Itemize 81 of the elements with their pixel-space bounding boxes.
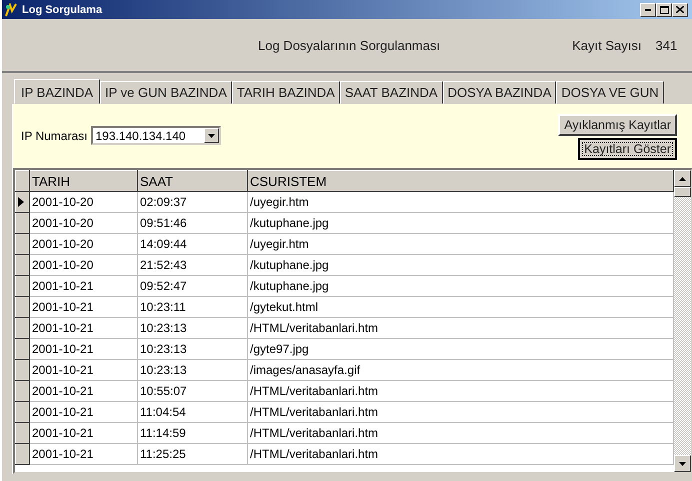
table-cell: 2001-10-20	[30, 212, 138, 234]
row-indicator[interactable]	[16, 360, 30, 380]
table-cell: 2001-10-20	[30, 234, 138, 254]
table-cell: 14:09:44	[138, 234, 248, 254]
row-indicator[interactable]	[16, 192, 30, 212]
row-indicator[interactable]	[16, 338, 30, 360]
row-indicator[interactable]	[16, 212, 30, 234]
table-cell: /uyegir.htm	[248, 234, 674, 254]
tab[interactable]: DOSYA BAZINDA	[442, 81, 556, 104]
close-icon	[676, 6, 684, 13]
row-indicator[interactable]	[16, 422, 30, 444]
table-cell: 10:23:13	[138, 360, 248, 380]
tab[interactable]: SAAT BAZINDA	[340, 81, 443, 104]
row-indicator[interactable]	[16, 276, 30, 296]
table-cell: 2001-10-21	[30, 276, 138, 296]
table-cell: 09:52:47	[138, 276, 248, 296]
ip-dropdown[interactable]: 193.140.134.140	[91, 126, 222, 145]
minimize-icon	[645, 8, 651, 10]
row-indicator[interactable]	[16, 254, 30, 276]
scroll-up-icon[interactable]	[674, 170, 691, 187]
row-indicator[interactable]	[16, 296, 30, 318]
row-indicator[interactable]	[16, 318, 30, 338]
table-cell: /HTML/veritabanlari.htm	[248, 318, 674, 338]
table-cell: 10:23:11	[138, 296, 248, 318]
table-cell: 02:09:37	[138, 192, 248, 212]
row-header-corner	[16, 170, 30, 192]
column-header[interactable]: CSURISTEM	[248, 170, 674, 192]
table-cell: /kutuphane.jpg	[248, 254, 674, 276]
maximize-button[interactable]	[656, 2, 672, 16]
tab[interactable]: TARIH BAZINDA	[232, 81, 340, 104]
tab[interactable]: IP BAZINDA	[14, 79, 100, 104]
header-title: Log Dosyalarının Sorgulanması	[258, 38, 440, 52]
scroll-down-icon[interactable]	[674, 455, 691, 472]
table-cell: /gyte97.jpg	[248, 338, 674, 360]
table-cell: 09:51:46	[138, 212, 248, 234]
row-indicator[interactable]	[16, 402, 30, 422]
table-cell: /HTML/veritabanlari.htm	[248, 444, 674, 464]
table-cell: 10:23:13	[138, 318, 248, 338]
table-cell: 2001-10-21	[30, 422, 138, 444]
app-icon	[4, 2, 18, 16]
table-cell: /HTML/veritabanlari.htm	[248, 380, 674, 402]
table-cell: 2001-10-21	[30, 338, 138, 360]
ip-label: IP Numarası	[21, 129, 88, 143]
window-title: Log Sorgulama	[22, 4, 104, 16]
column-header[interactable]: TARIH	[30, 170, 138, 192]
table-cell: /HTML/veritabanlari.htm	[248, 422, 674, 444]
scrollbar-thumb[interactable]	[674, 187, 691, 197]
row-indicator[interactable]	[16, 444, 30, 464]
table-cell: 10:23:13	[138, 338, 248, 360]
table-cell: /kutuphane.jpg	[248, 212, 674, 234]
table-cell: 2001-10-21	[30, 380, 138, 402]
table-cell: 2001-10-21	[30, 296, 138, 318]
table-cell: /images/anasayfa.gif	[248, 360, 674, 380]
table-cell: 11:04:54	[138, 402, 248, 422]
table-cell: 11:14:59	[138, 422, 248, 444]
row-indicator[interactable]	[16, 234, 30, 254]
vertical-scrollbar[interactable]	[674, 170, 691, 472]
column-header[interactable]: SAAT	[138, 170, 248, 192]
table-cell: 2001-10-20	[30, 192, 138, 212]
table-cell: /uyegir.htm	[248, 192, 674, 212]
action-button[interactable]: Kayıtları Göster	[578, 138, 677, 160]
close-button[interactable]	[672, 2, 688, 16]
table-cell: 21:52:43	[138, 254, 248, 276]
tab[interactable]: DOSYA VE GUN	[556, 81, 664, 104]
table-cell: /HTML/veritabanlari.htm	[248, 402, 674, 422]
table-cell: 11:25:25	[138, 444, 248, 464]
table-cell: 2001-10-21	[30, 360, 138, 380]
record-count-value: 341	[655, 38, 678, 52]
minimize-button[interactable]	[640, 2, 656, 16]
tab[interactable]: IP ve GUN BAZINDA	[100, 81, 232, 104]
table-cell: /kutuphane.jpg	[248, 276, 674, 296]
table-cell: 10:55:07	[138, 380, 248, 402]
row-indicator[interactable]	[16, 380, 30, 402]
action-button[interactable]: Ayıklanmış Kayıtlar	[558, 114, 677, 136]
table-cell: 2001-10-21	[30, 318, 138, 338]
maximize-icon	[660, 6, 668, 14]
table-cell: 2001-10-20	[30, 254, 138, 276]
table-cell: 2001-10-21	[30, 402, 138, 422]
table-cell: /gytekut.html	[248, 296, 674, 318]
table-cell: 2001-10-21	[30, 444, 138, 464]
record-count-label: Kayıt Sayısı	[572, 38, 642, 52]
